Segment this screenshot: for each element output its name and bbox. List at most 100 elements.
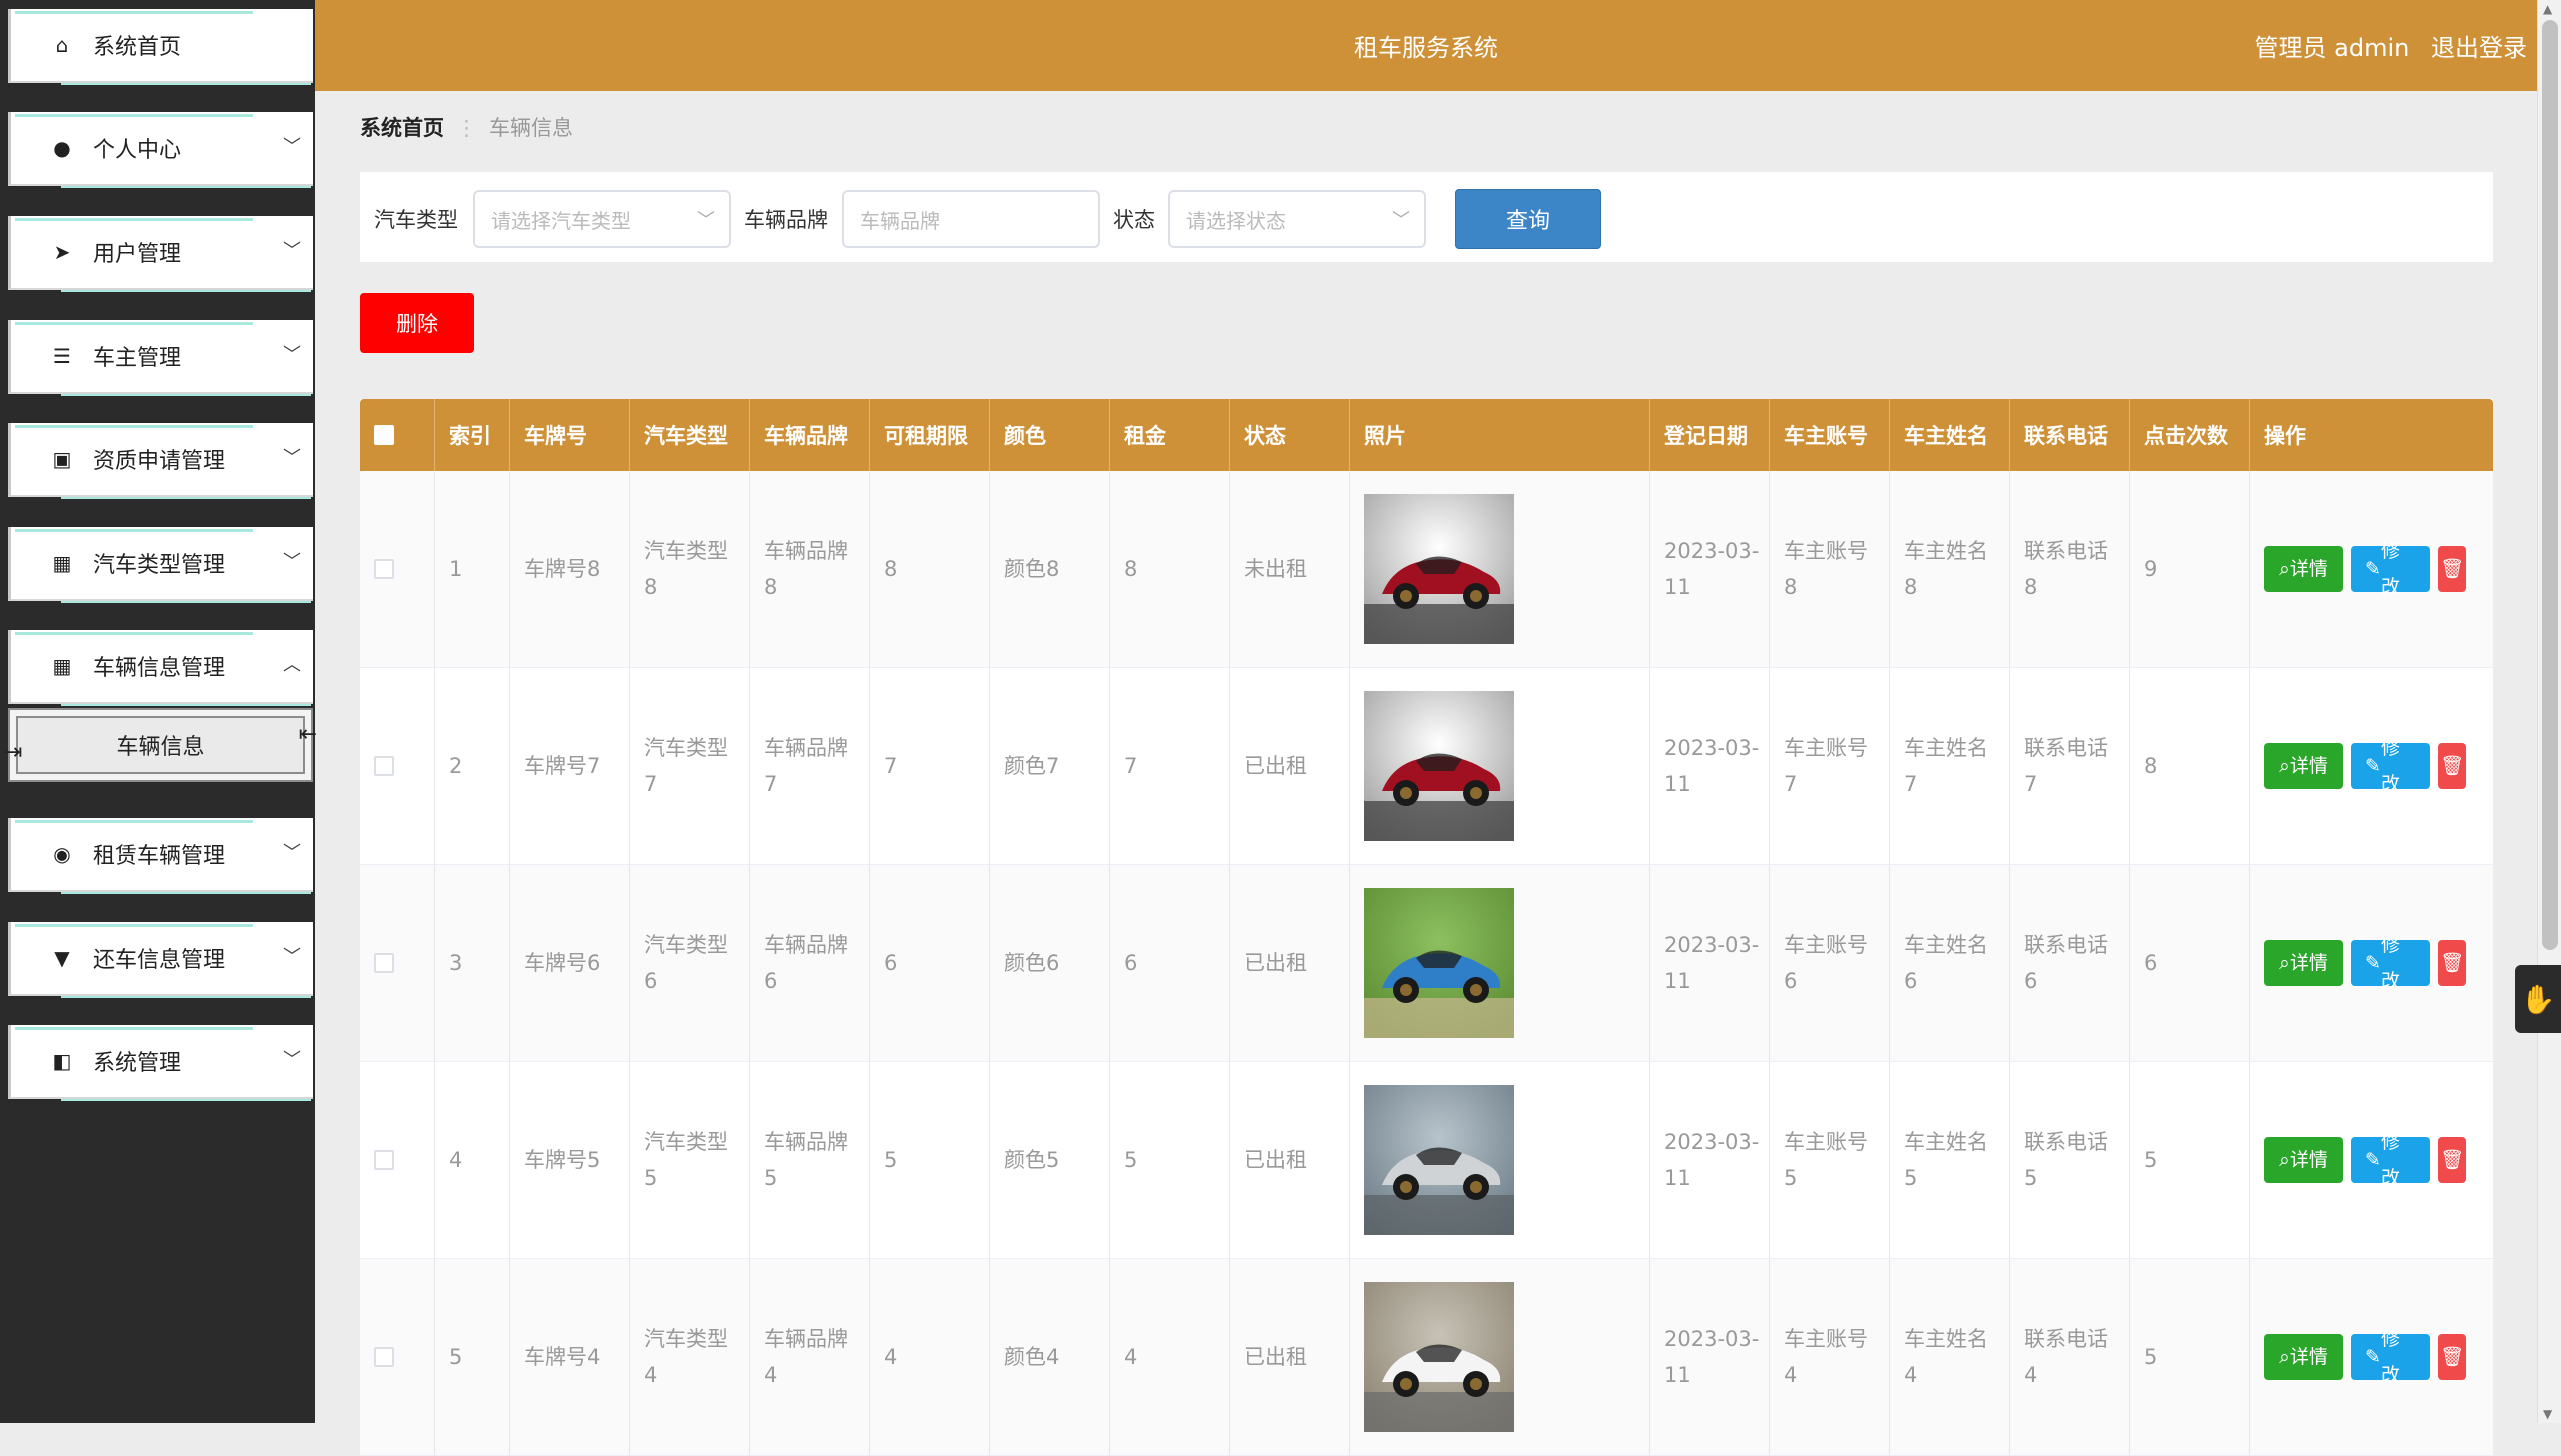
sidebar-item-label: 汽车类型管理 — [93, 553, 226, 578]
brand-input[interactable]: 车辆品牌 — [842, 190, 1100, 248]
sidebar-item-2[interactable]: ➤ 用户管理 ﹀ — [8, 216, 313, 292]
sidebar-item-8[interactable]: ▼ 还车信息管理 ﹀ — [8, 922, 313, 998]
sidebar-item-6[interactable]: ▦ 车辆信息管理 ︿ — [8, 630, 313, 706]
cell-text: 车主姓名8 — [1904, 539, 1988, 599]
detail-button[interactable]: ⌕ 详情 — [2264, 1334, 2344, 1380]
sidebar-item-4[interactable]: ▣ 资质申请管理 ﹀ — [8, 423, 313, 499]
edit-button[interactable]: ✎ 修改 — [2351, 737, 2431, 795]
chevron-down-icon: ﹀ — [1392, 210, 1410, 231]
delete-button[interactable]: 删除 — [360, 293, 474, 353]
select-all-checkbox[interactable] — [374, 425, 394, 445]
cell-text: 5 — [1124, 1148, 1138, 1172]
detail-label: 详情 — [2289, 1149, 2328, 1171]
edit-label: 修改 — [2380, 1328, 2400, 1386]
delete-row-button[interactable]: 🗑 — [2438, 546, 2466, 592]
sidebar-item-9[interactable]: ◧ 系统管理 ﹀ — [8, 1025, 313, 1101]
cell-text: 5 — [2144, 1345, 2158, 1369]
row-checkbox[interactable] — [374, 756, 394, 776]
cell-text: 车主姓名5 — [1904, 1130, 1988, 1190]
cell-text: 7 — [1124, 754, 1138, 778]
cell-text: 车主账号6 — [1784, 933, 1868, 993]
trash-icon: 🗑 — [2439, 1346, 2465, 1368]
car-photo-blue-rally-car — [1364, 888, 1514, 1038]
cell-index: 2 — [435, 668, 510, 864]
pencil-icon: ✎ — [2365, 1346, 2381, 1368]
scrollbar-thumb[interactable] — [2542, 20, 2558, 950]
cell-plate: 车牌号8 — [510, 471, 630, 667]
column-header-label: 索引 — [449, 424, 491, 448]
edit-button[interactable]: ✎ 修改 — [2351, 540, 2431, 598]
detail-button[interactable]: ⌕ 详情 — [2264, 743, 2344, 789]
sidebar-item-7[interactable]: ◉ 租赁车辆管理 ﹀ — [8, 818, 313, 894]
cell-brand: 车辆品牌8 — [750, 471, 870, 667]
delete-row-button[interactable]: 🗑 — [2438, 743, 2466, 789]
header-select-all[interactable] — [360, 399, 435, 471]
column-header-label: 车主账号 — [1784, 424, 1868, 448]
search-icon: ⌕ — [2279, 558, 2290, 580]
cell-rent: 6 — [1110, 865, 1230, 1061]
edit-button[interactable]: ✎ 修改 — [2351, 1131, 2431, 1189]
cell-text: 2023-03-11 — [1664, 1130, 1760, 1190]
cell-date: 2023-03-11 — [1650, 865, 1770, 1061]
row-select-cell[interactable] — [360, 865, 435, 1061]
row-checkbox[interactable] — [374, 1150, 394, 1170]
delete-row-button[interactable]: 🗑 — [2438, 940, 2466, 986]
cell-color: 颜色7 — [990, 668, 1110, 864]
detail-button[interactable]: ⌕ 详情 — [2264, 1137, 2344, 1183]
cell-clicks: 9 — [2130, 471, 2250, 667]
cell-index: 1 — [435, 471, 510, 667]
cell-period: 5 — [870, 1062, 990, 1258]
column-header: 颜色 — [990, 399, 1110, 471]
delete-row-button[interactable]: 🗑 — [2438, 1334, 2466, 1380]
cell-text: 2023-03-11 — [1664, 933, 1760, 993]
column-header-label: 车牌号 — [524, 424, 587, 448]
cell-text: 8 — [1124, 557, 1138, 581]
cell-index: 3 — [435, 865, 510, 1061]
row-select-cell[interactable] — [360, 1259, 435, 1455]
sidebar-item-0[interactable]: ⌂ 系统首页 — [8, 9, 313, 85]
cell-text: 已出租 — [1244, 951, 1307, 975]
row-select-cell[interactable] — [360, 668, 435, 864]
delete-row-button[interactable]: 🗑 — [2438, 1137, 2466, 1183]
logout-link[interactable]: 退出登录 — [2431, 34, 2527, 62]
car-type-select[interactable]: 请选择汽车类型 ﹀ — [473, 190, 731, 248]
car-photo-red-supercar — [1364, 494, 1514, 644]
row-select-cell[interactable] — [360, 471, 435, 667]
cell-text: 车辆品牌5 — [764, 1130, 848, 1190]
sidebar-item-3[interactable]: ☰ 车主管理 ﹀ — [8, 320, 313, 396]
detail-button[interactable]: ⌕ 详情 — [2264, 546, 2344, 592]
cell-phone: 联系电话6 — [2010, 865, 2130, 1061]
submenu-item-vehicle-info[interactable]: ⇥ 车辆信息 ⇤ — [4, 708, 317, 782]
cell-text: 联系电话4 — [2024, 1327, 2108, 1387]
table-row: 5 车牌号4 汽车类型4 车辆品牌4 4 颜色4 4 已出租 2023-03-11 车主账号4 车主… — [360, 1259, 2493, 1456]
status-select[interactable]: 请选择状态 ﹀ — [1168, 190, 1426, 248]
column-header: 租金 — [1110, 399, 1230, 471]
page-scrollbar[interactable]: ▲ ▼ — [2537, 0, 2561, 1423]
edit-button[interactable]: ✎ 修改 — [2351, 1328, 2431, 1386]
detail-button[interactable]: ⌕ 详情 — [2264, 940, 2344, 986]
row-select-cell[interactable] — [360, 1062, 435, 1258]
cell-color: 颜色4 — [990, 1259, 1110, 1455]
cell-rent: 7 — [1110, 668, 1230, 864]
cell-brand: 车辆品牌5 — [750, 1062, 870, 1258]
cell-plate: 车牌号7 — [510, 668, 630, 864]
sign-icon: ▼ — [54, 946, 70, 970]
row-checkbox[interactable] — [374, 559, 394, 579]
breadcrumb-home[interactable]: 系统首页 — [360, 116, 444, 140]
cell-text: 车牌号6 — [524, 951, 601, 975]
cell-status: 未出租 — [1230, 471, 1350, 667]
column-header-label: 照片 — [1364, 424, 1406, 448]
cell-date: 2023-03-11 — [1650, 1062, 1770, 1258]
row-checkbox[interactable] — [374, 953, 394, 973]
query-button[interactable]: 查询 — [1455, 189, 1601, 249]
float-hand-button[interactable]: ✋ — [2515, 965, 2561, 1033]
car-photo-white-suv — [1364, 1282, 1514, 1432]
scroll-up-icon[interactable]: ▲ — [2543, 2, 2552, 16]
sidebar-item-5[interactable]: ▦ 汽车类型管理 ﹀ — [8, 527, 313, 603]
scroll-down-icon[interactable]: ▼ — [2543, 1407, 2552, 1421]
cell-actions: ⌕ 详情 ✎ 修改 🗑 — [2250, 865, 2474, 1061]
cell-text: 车牌号5 — [524, 1148, 601, 1172]
edit-button[interactable]: ✎ 修改 — [2351, 934, 2431, 992]
row-checkbox[interactable] — [374, 1347, 394, 1367]
sidebar-item-1[interactable]: ● 个人中心 ﹀ — [8, 112, 313, 188]
